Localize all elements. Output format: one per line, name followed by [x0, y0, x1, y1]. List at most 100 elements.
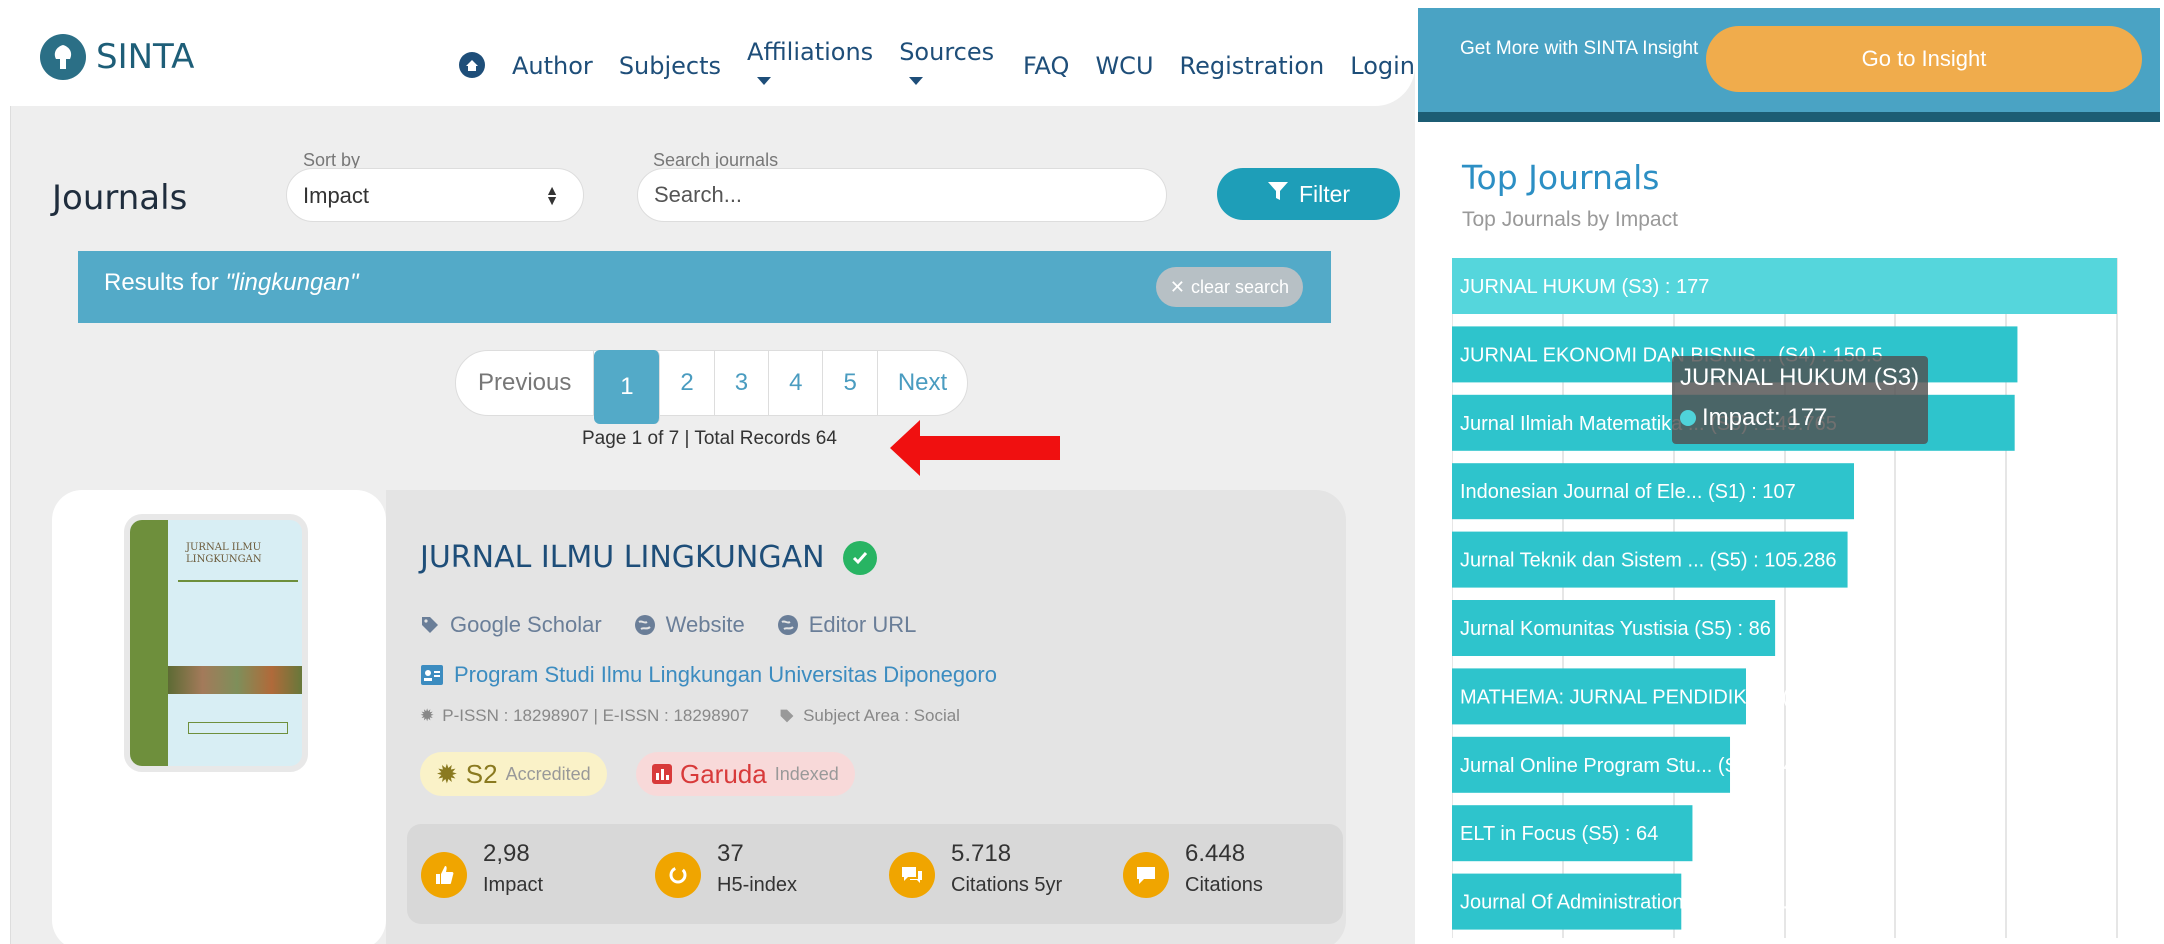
website-label: Website: [665, 612, 745, 637]
indexed-label: Indexed: [774, 763, 839, 784]
clear-search-button[interactable]: ✕ clear search: [1155, 267, 1303, 307]
pagination-page-1[interactable]: 1: [594, 350, 661, 424]
subject-area-text: Subject Area : Social: [803, 706, 960, 725]
stat-citations-value: 6.448: [1185, 840, 1246, 867]
journal-title[interactable]: JURNAL ILMU LINGKUNGAN: [420, 540, 877, 575]
cover-photo: [168, 666, 302, 694]
close-icon: ✕: [1169, 276, 1185, 297]
nav-affiliations[interactable]: Affiliations: [747, 38, 873, 94]
stat-impact-value: 2,98: [483, 840, 530, 867]
banner-strip: [1418, 112, 2160, 122]
results-query: "lingkungan": [225, 269, 359, 296]
stat-impact: 2,98 Impact: [421, 840, 543, 898]
promo-text: Get More with SINTA Insight: [1460, 38, 1699, 59]
pagination-previous[interactable]: Previous: [456, 351, 595, 415]
stat-citations-label: Citations: [1185, 874, 1263, 896]
sort-select[interactable]: Impact ▲ ▼: [286, 168, 584, 222]
cover-spine: [130, 520, 168, 766]
go-to-insight-button[interactable]: Go to Insight: [1706, 26, 2142, 92]
accreditation-badge: ✹ S2 Accredited: [420, 752, 607, 796]
nav-links: Author Subjects Affiliations Sources FAQ…: [458, 38, 1415, 94]
globe-icon: [634, 615, 655, 635]
filter-icon: [1267, 180, 1289, 208]
tag-icon: [780, 709, 794, 723]
verified-check-icon: [842, 540, 877, 575]
clear-search-label: clear search: [1190, 276, 1289, 297]
select-arrows-icon: ▲ ▼: [545, 182, 559, 208]
nav-login[interactable]: Login: [1350, 52, 1415, 80]
chart-bar-label: Jurnal Online Program Stu... (S6) : 74: [1460, 755, 1795, 777]
results-text: Results for "lingkungan": [104, 269, 359, 297]
stat-impact-label: Impact: [483, 874, 544, 896]
stat-citations5yr-label: Citations 5yr: [951, 874, 1063, 896]
comments-icon: [889, 852, 935, 898]
id-card-icon: [421, 665, 443, 685]
thumbs-up-icon: [421, 852, 467, 898]
stat-citations: 6.448 Citations: [1123, 840, 1263, 898]
brand-name: SINTA: [96, 37, 195, 77]
nav-sources[interactable]: Sources: [899, 38, 997, 94]
nav-affiliations-label: Affiliations: [747, 38, 874, 66]
stat-h5-value: 37: [717, 840, 744, 867]
filter-button[interactable]: Filter: [1217, 168, 1400, 220]
stat-h5-index: 37 H5-index: [655, 840, 797, 898]
chevron-down-icon: [909, 77, 924, 85]
sinta-logo-icon: [40, 34, 86, 80]
cover-title: JURNAL ILMU LINGKUNGAN: [186, 542, 262, 565]
pagination-next[interactable]: Next: [878, 351, 967, 415]
chart-bar-label: JURNAL HUKUM (S3) : 177: [1460, 276, 1709, 298]
globe-icon: [777, 615, 798, 635]
top-navbar: SINTA Author Subjects Affiliations Sourc…: [10, 8, 1415, 106]
chart-bar-label: Jurnal Teknik dan Sistem ... (S5) : 105.…: [1460, 550, 1837, 572]
chart-icon: [652, 764, 672, 784]
red-arrow-annotation: [890, 420, 1060, 481]
chart-bar-label: Indonesian Journal of Ele... (S1) : 107: [1460, 481, 1796, 503]
nav-registration[interactable]: Registration: [1180, 52, 1325, 80]
chevron-down-icon: [757, 77, 772, 85]
stat-citations-5yr: 5.718 Citations 5yr: [889, 840, 1062, 898]
tooltip-row: Impact: 177: [1680, 404, 1827, 432]
journal-stats: 2,98 Impact 37 H5-index 5.718 Citations 5yr…: [407, 824, 1343, 924]
cover-rule: [178, 580, 298, 582]
tooltip-title: JURNAL HUKUM (S3): [1680, 364, 1920, 391]
google-scholar-label: Google Scholar: [450, 612, 602, 637]
google-scholar-link[interactable]: Google Scholar: [420, 612, 602, 638]
editor-url-label: Editor URL: [808, 612, 917, 637]
website-link[interactable]: Website: [634, 612, 745, 638]
pagination-page-4[interactable]: 4: [769, 351, 824, 415]
results-prefix: Results for: [104, 269, 226, 296]
page-title: Journals: [52, 178, 188, 218]
pagination-page-2[interactable]: 2: [660, 351, 715, 415]
garuda-label: Garuda: [680, 758, 767, 789]
comment-icon: [1123, 852, 1169, 898]
chart-bar-label: Journal Of Administration... (S4) : 61.0…: [1460, 892, 1832, 914]
nav-subjects[interactable]: Subjects: [619, 52, 721, 80]
chart-bar-label: Jurnal Komunitas Yustisia (S5) : 86: [1460, 618, 1771, 640]
journal-title-text: JURNAL ILMU LINGKUNGAN: [420, 540, 825, 575]
filter-label: Filter: [1298, 180, 1351, 207]
pagination: Previous 1 2 3 4 5 Next: [455, 350, 969, 424]
brand-logo[interactable]: SINTA: [40, 34, 194, 80]
top-journals-subtitle: Top Journals by Impact: [1462, 208, 1678, 231]
journal-links: Google Scholar Website Editor URL: [420, 612, 916, 638]
nav-author[interactable]: Author: [512, 52, 593, 80]
home-icon[interactable]: [458, 51, 486, 81]
editor-url-link[interactable]: Editor URL: [777, 612, 917, 638]
nav-faq[interactable]: FAQ: [1023, 52, 1070, 80]
subject-area: Subject Area : Social: [779, 706, 960, 726]
affiliation-label: Program Studi Ilmu Lingkungan Universita…: [454, 662, 997, 687]
pagination-page-5[interactable]: 5: [823, 351, 878, 415]
garuda-badge[interactable]: Garuda Indexed: [636, 752, 855, 796]
pagination-page-3[interactable]: 3: [715, 351, 770, 415]
affiliation-link[interactable]: Program Studi Ilmu Lingkungan Universita…: [420, 662, 997, 688]
gear-icon: ✹: [420, 706, 435, 725]
nav-wcu[interactable]: WCU: [1095, 52, 1153, 80]
nav-sources-label: Sources: [899, 38, 995, 66]
sort-value: Impact: [303, 183, 370, 208]
stat-h5-label: H5-index: [717, 874, 798, 896]
chart-bar-label: ELT in Focus (S5) : 64: [1460, 823, 1658, 845]
journal-cover-image[interactable]: JURNAL ILMU LINGKUNGAN: [124, 514, 308, 772]
refresh-icon: [655, 852, 701, 898]
results-bar: Results for "lingkungan" ✕ clear search: [78, 251, 1331, 323]
search-input[interactable]: [637, 168, 1167, 222]
